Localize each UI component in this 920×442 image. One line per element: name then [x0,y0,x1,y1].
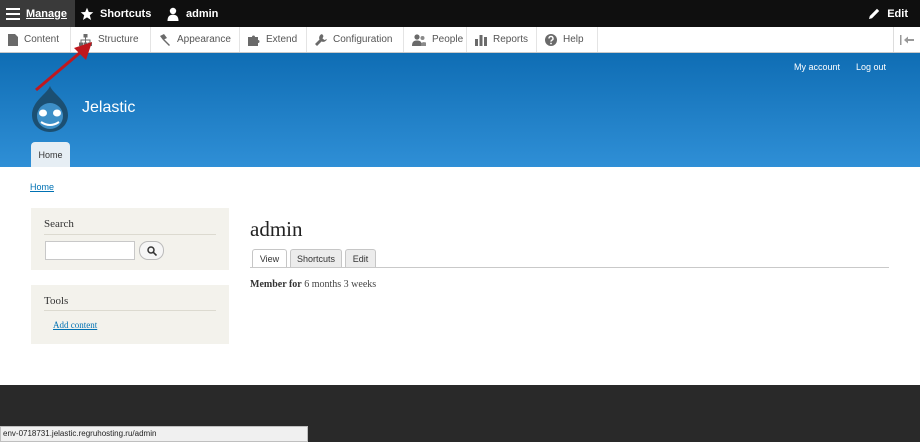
member-for-label: Member for [250,279,302,290]
search-button[interactable] [139,241,164,260]
page-title: admin [250,217,303,241]
file-icon [8,33,18,46]
edit-button[interactable]: Edit [867,0,908,27]
shortcuts-button[interactable]: Shortcuts [80,0,151,27]
pencil-icon [869,8,880,19]
people-icon [412,33,426,46]
puzzle-icon [248,35,260,46]
breadcrumb-home-link[interactable]: Home [30,182,54,192]
star-icon [80,7,94,20]
paint-icon [160,33,170,46]
wrench-icon [315,33,327,46]
divider [44,234,216,235]
menu-item-label: Extend [266,34,298,45]
menu-item-label: Structure [98,34,139,45]
search-block-title: Search [44,218,74,230]
browser-status-url: env-0718731.jelastic.regruhosting.ru/adm… [0,426,308,442]
tab-label: Edit [352,253,369,264]
tab-label: View [259,254,280,264]
menu-item-label: Configuration [333,34,393,45]
my-account-link[interactable]: My account [794,62,840,72]
tabs-divider [250,267,889,268]
menu-item-appearance[interactable]: Appearance [151,27,240,52]
toolbar-orientation-toggle[interactable] [893,27,920,52]
admin-menu-bar: Content Structure Appearance Extend Conf… [0,27,920,53]
menu-item-label: Reports [493,34,529,45]
tools-block: Tools Add content [31,285,229,344]
user-label: admin [186,7,219,20]
tab-view[interactable]: View [252,249,287,268]
collapse-icon [900,34,914,45]
member-for-value: 6 months 3 weeks [304,279,377,290]
admin-toolbar: Manage Shortcuts admin Edit [0,0,920,27]
tools-block-title: Tools [44,295,69,307]
primary-tab-home[interactable]: Home [31,142,70,167]
search-icon [146,245,157,256]
tab-shortcuts[interactable]: Shortcuts [290,249,342,267]
edit-label: Edit [887,7,908,20]
menu-item-label: People [432,34,464,45]
tab-edit[interactable]: Edit [345,249,376,267]
menu-item-reports[interactable]: Reports [467,27,537,52]
tab-label: Shortcuts [296,253,336,264]
add-content-link[interactable]: Add content [53,320,97,330]
menu-item-extend[interactable]: Extend [240,27,307,52]
menu-item-label: Appearance [177,34,231,45]
logout-link[interactable]: Log out [856,62,886,72]
home-tab-label: Home [38,149,63,160]
user-icon [167,7,179,21]
shortcuts-label: Shortcuts [100,7,152,20]
menu-item-configuration[interactable]: Configuration [307,27,404,52]
member-for-field: Member for 6 months 3 weeks [250,279,376,290]
manage-label: Manage [26,7,67,20]
site-header: My account Log out Jelastic Home [0,53,920,167]
search-block: Search [31,208,229,270]
menu-item-help[interactable]: Help [537,27,598,52]
manage-button[interactable]: Manage [0,0,75,27]
annotation-arrow [35,42,92,92]
hamburger-icon [6,7,20,20]
search-input[interactable] [45,241,135,260]
menu-item-label: Help [563,34,584,45]
help-icon [545,33,557,46]
divider [44,310,216,311]
menu-item-people[interactable]: People [404,27,467,52]
user-button[interactable]: admin [166,0,218,27]
chart-icon [475,34,487,46]
site-name[interactable]: Jelastic [82,99,135,117]
